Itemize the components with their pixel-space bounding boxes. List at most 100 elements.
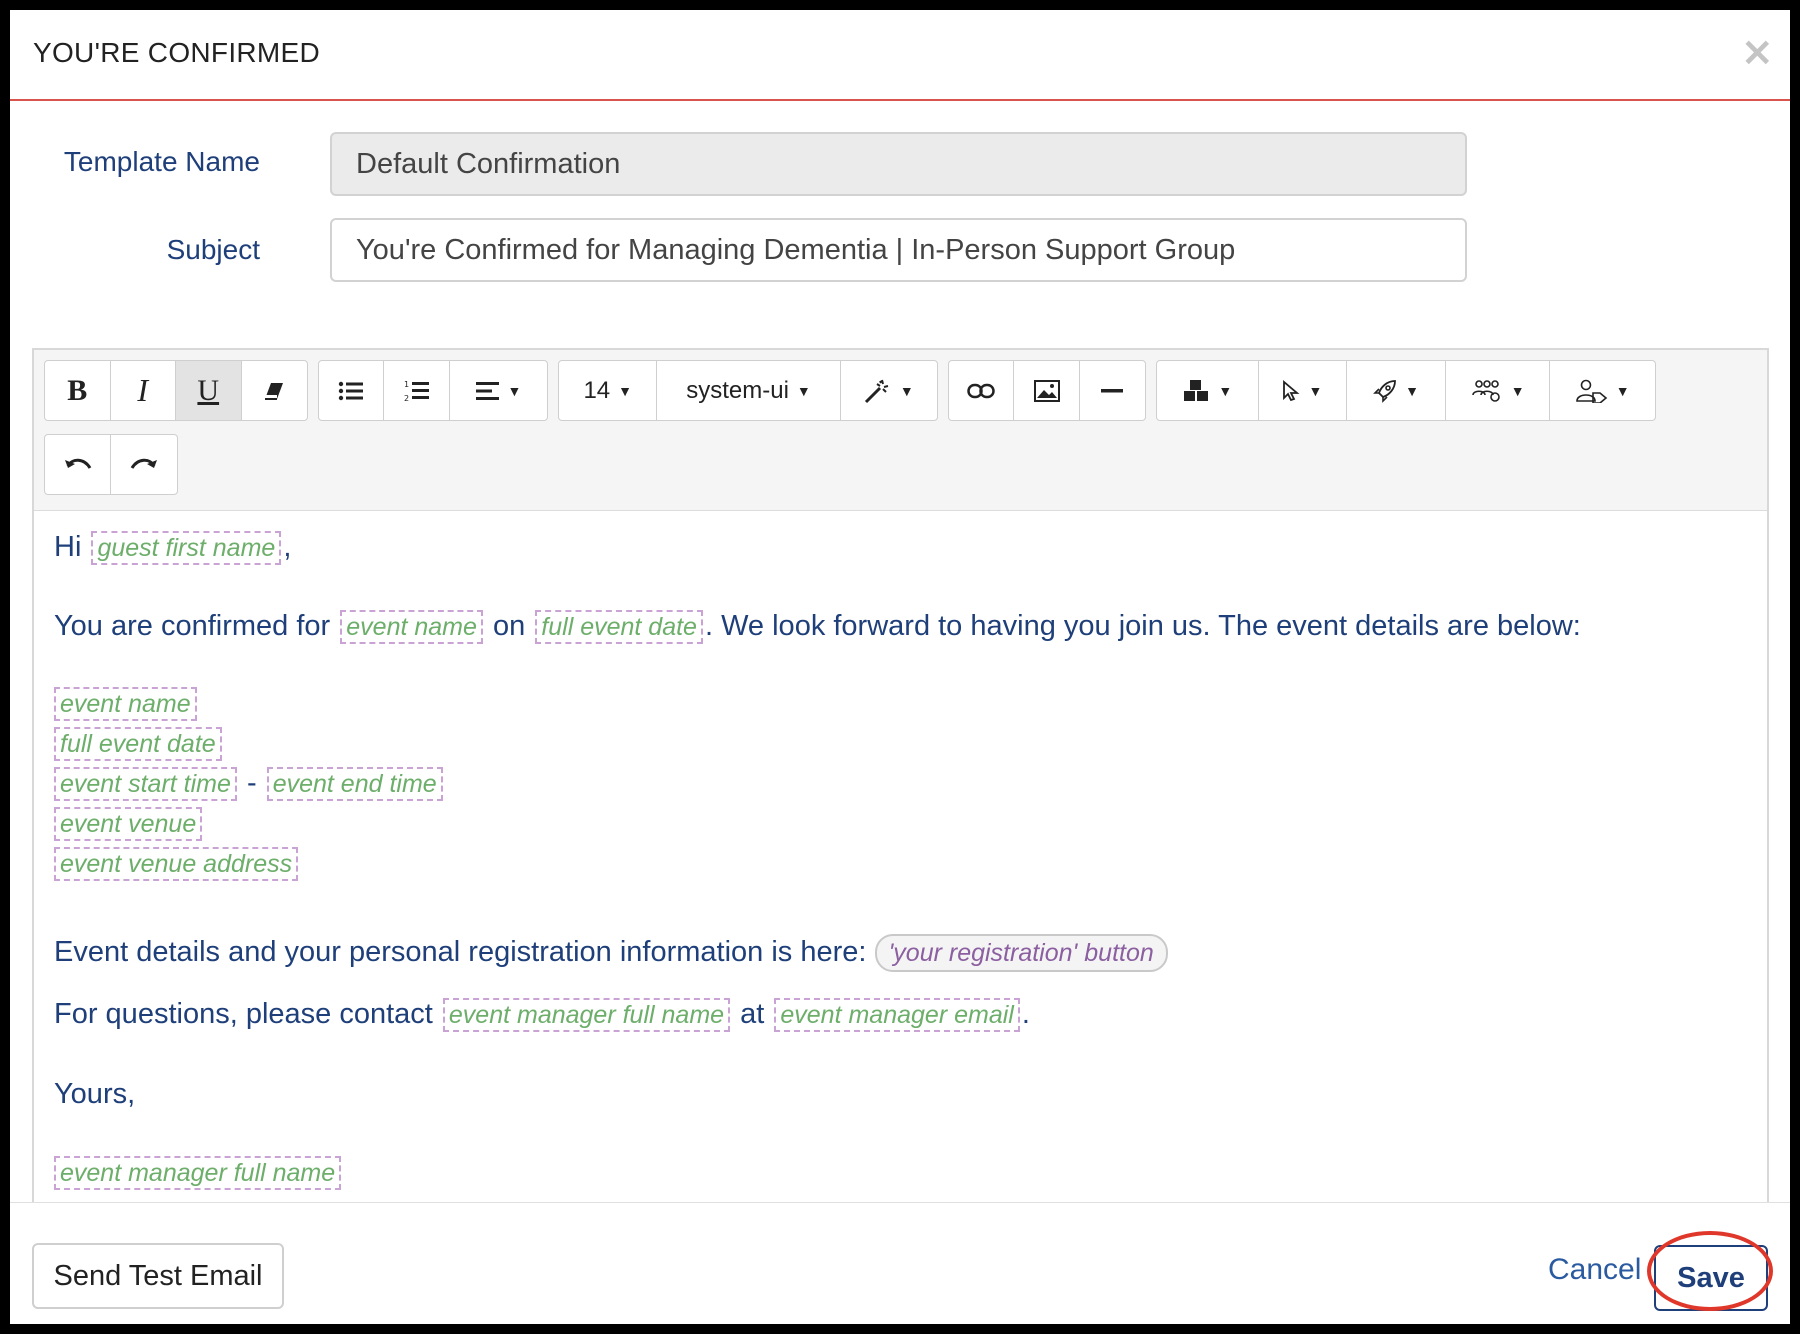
merge-tag[interactable]: event venue <box>54 807 203 841</box>
people-dropdown[interactable]: ▼ <box>1446 361 1551 420</box>
image-icon <box>1033 379 1060 402</box>
pointer-icon <box>1283 379 1300 401</box>
save-button[interactable]: Save <box>1654 1245 1768 1311</box>
pointer-dropdown[interactable]: ▼ <box>1259 361 1348 420</box>
font-family-value: system-ui <box>686 376 789 404</box>
font-size-value: 14 <box>583 376 611 404</box>
confirm-suffix-text: . We look forward to having you join us.… <box>704 610 1581 642</box>
detail-line: full event date <box>54 727 224 761</box>
merge-tag[interactable]: event manager email <box>774 998 1020 1032</box>
custom-group: ▼ ▼ ▼ ▼ ▼ <box>1156 360 1656 421</box>
svg-text:2: 2 <box>404 394 409 403</box>
detail-line: event name <box>54 687 199 721</box>
template-name-label: Template Name <box>63 146 260 177</box>
closing-line: Yours, <box>54 1078 136 1110</box>
blocks-icon <box>1184 379 1209 401</box>
font-size-dropdown[interactable]: 14 ▼ <box>559 361 658 420</box>
modal-title: YOU'RE CONFIRMED <box>33 37 321 68</box>
rich-text-editor: B I U 12 ▼ 14 ▼ system-ui ▼ ▼ ▼ ▼ ▼ ▼ ▼ … <box>32 348 1769 1324</box>
horizontal-rule-icon <box>1101 388 1124 392</box>
chevron-down-icon: ▼ <box>899 382 914 399</box>
magic-dropdown[interactable]: ▼ <box>841 361 937 420</box>
merge-tag[interactable]: event manager full name <box>54 1156 342 1190</box>
close-icon[interactable]: × <box>1740 32 1774 72</box>
merge-tag[interactable]: event end time <box>266 767 443 801</box>
chevron-down-icon: ▼ <box>507 382 522 399</box>
questions-line: For questions, please contact event mana… <box>54 998 1030 1032</box>
image-button[interactable] <box>1014 361 1080 420</box>
redo-button[interactable] <box>111 435 177 494</box>
redo-icon <box>130 458 157 469</box>
at-text: at <box>740 998 765 1030</box>
underline-button[interactable]: U <box>176 361 242 420</box>
confirm-text: You are confirmed for <box>54 610 331 642</box>
undo-button[interactable] <box>45 435 111 494</box>
chevron-down-icon: ▼ <box>1218 382 1233 399</box>
font-family-dropdown[interactable]: system-ui ▼ <box>657 361 841 420</box>
bullet-list-button[interactable] <box>319 361 385 420</box>
people-icon <box>1471 379 1500 402</box>
merge-tag[interactable]: full event date <box>54 727 222 761</box>
cancel-button[interactable]: Cancel <box>1548 1253 1641 1287</box>
bullet-list-icon <box>339 381 364 400</box>
signature-line: event manager full name <box>54 1156 343 1190</box>
registration-text: Event details and your personal registra… <box>54 936 867 968</box>
link-button[interactable] <box>949 361 1015 420</box>
confirm-line: You are confirmed for event name on full… <box>54 610 1581 644</box>
chevron-down-icon: ▼ <box>1308 382 1323 399</box>
chevron-down-icon: ▼ <box>1405 382 1419 399</box>
period-text: . <box>1021 998 1030 1030</box>
subject-label: Subject <box>166 234 260 265</box>
merge-tag[interactable]: event venue address <box>54 847 299 881</box>
svg-text:1: 1 <box>404 380 409 389</box>
numbered-list-button[interactable]: 12 <box>384 361 450 420</box>
undo-icon <box>64 458 91 469</box>
editor-toolbar: B I U 12 ▼ 14 ▼ system-ui ▼ ▼ ▼ ▼ ▼ ▼ ▼ <box>34 350 1767 511</box>
chevron-down-icon: ▼ <box>796 382 811 399</box>
on-text: on <box>492 610 526 642</box>
history-group <box>44 434 178 495</box>
dash-text: - <box>246 767 257 799</box>
blocks-dropdown[interactable]: ▼ <box>1157 361 1259 420</box>
detail-line: event start time - event end time <box>54 767 445 801</box>
align-icon <box>475 381 499 400</box>
rocket-icon <box>1373 379 1397 403</box>
registration-button-tag[interactable]: 'your registration' button <box>874 934 1168 972</box>
chevron-down-icon: ▼ <box>1615 382 1630 399</box>
greeting-line: Hi guest first name, <box>54 531 291 565</box>
merge-tag[interactable]: guest first name <box>91 531 282 565</box>
user-tag-dropdown[interactable]: ▼ <box>1550 361 1655 420</box>
eraser-icon <box>265 382 284 400</box>
underline-icon: U <box>197 373 220 407</box>
bold-icon: B <box>67 373 88 407</box>
send-test-email-button[interactable]: Send Test Email <box>32 1243 284 1309</box>
subject-input[interactable] <box>330 218 1467 282</box>
numbered-list-icon: 12 <box>404 380 429 403</box>
horizontal-rule-button[interactable] <box>1080 361 1145 420</box>
email-template-modal: YOU'RE CONFIRMED × Template Name Subject… <box>10 10 1790 1324</box>
align-dropdown[interactable]: ▼ <box>450 361 547 420</box>
magic-wand-icon <box>864 379 889 403</box>
merge-tag[interactable]: event manager full name <box>442 998 731 1032</box>
comma-text: , <box>283 531 292 563</box>
questions-text: For questions, please contact <box>54 998 433 1030</box>
detail-line: event venue address <box>54 847 300 881</box>
registration-line: Event details and your personal registra… <box>54 934 1168 972</box>
italic-button[interactable]: I <box>111 361 176 420</box>
insert-group <box>948 360 1146 421</box>
merge-tag[interactable]: event start time <box>54 767 237 801</box>
clear-format-button[interactable] <box>242 361 308 420</box>
merge-tag[interactable]: event name <box>54 687 197 721</box>
modal-header: YOU'RE CONFIRMED × <box>10 10 1790 101</box>
modal-footer: Send Test Email Cancel Save <box>10 1202 1790 1324</box>
merge-tag[interactable]: full event date <box>535 610 703 644</box>
template-name-input[interactable] <box>330 132 1467 196</box>
rocket-dropdown[interactable]: ▼ <box>1347 361 1446 420</box>
merge-tag[interactable]: event name <box>340 610 483 644</box>
link-icon <box>967 383 995 398</box>
list-group: 12 ▼ <box>318 360 548 421</box>
chevron-down-icon: ▼ <box>618 382 633 399</box>
chevron-down-icon: ▼ <box>1510 382 1525 399</box>
detail-line: event venue <box>54 807 204 841</box>
bold-button[interactable]: B <box>45 361 111 420</box>
